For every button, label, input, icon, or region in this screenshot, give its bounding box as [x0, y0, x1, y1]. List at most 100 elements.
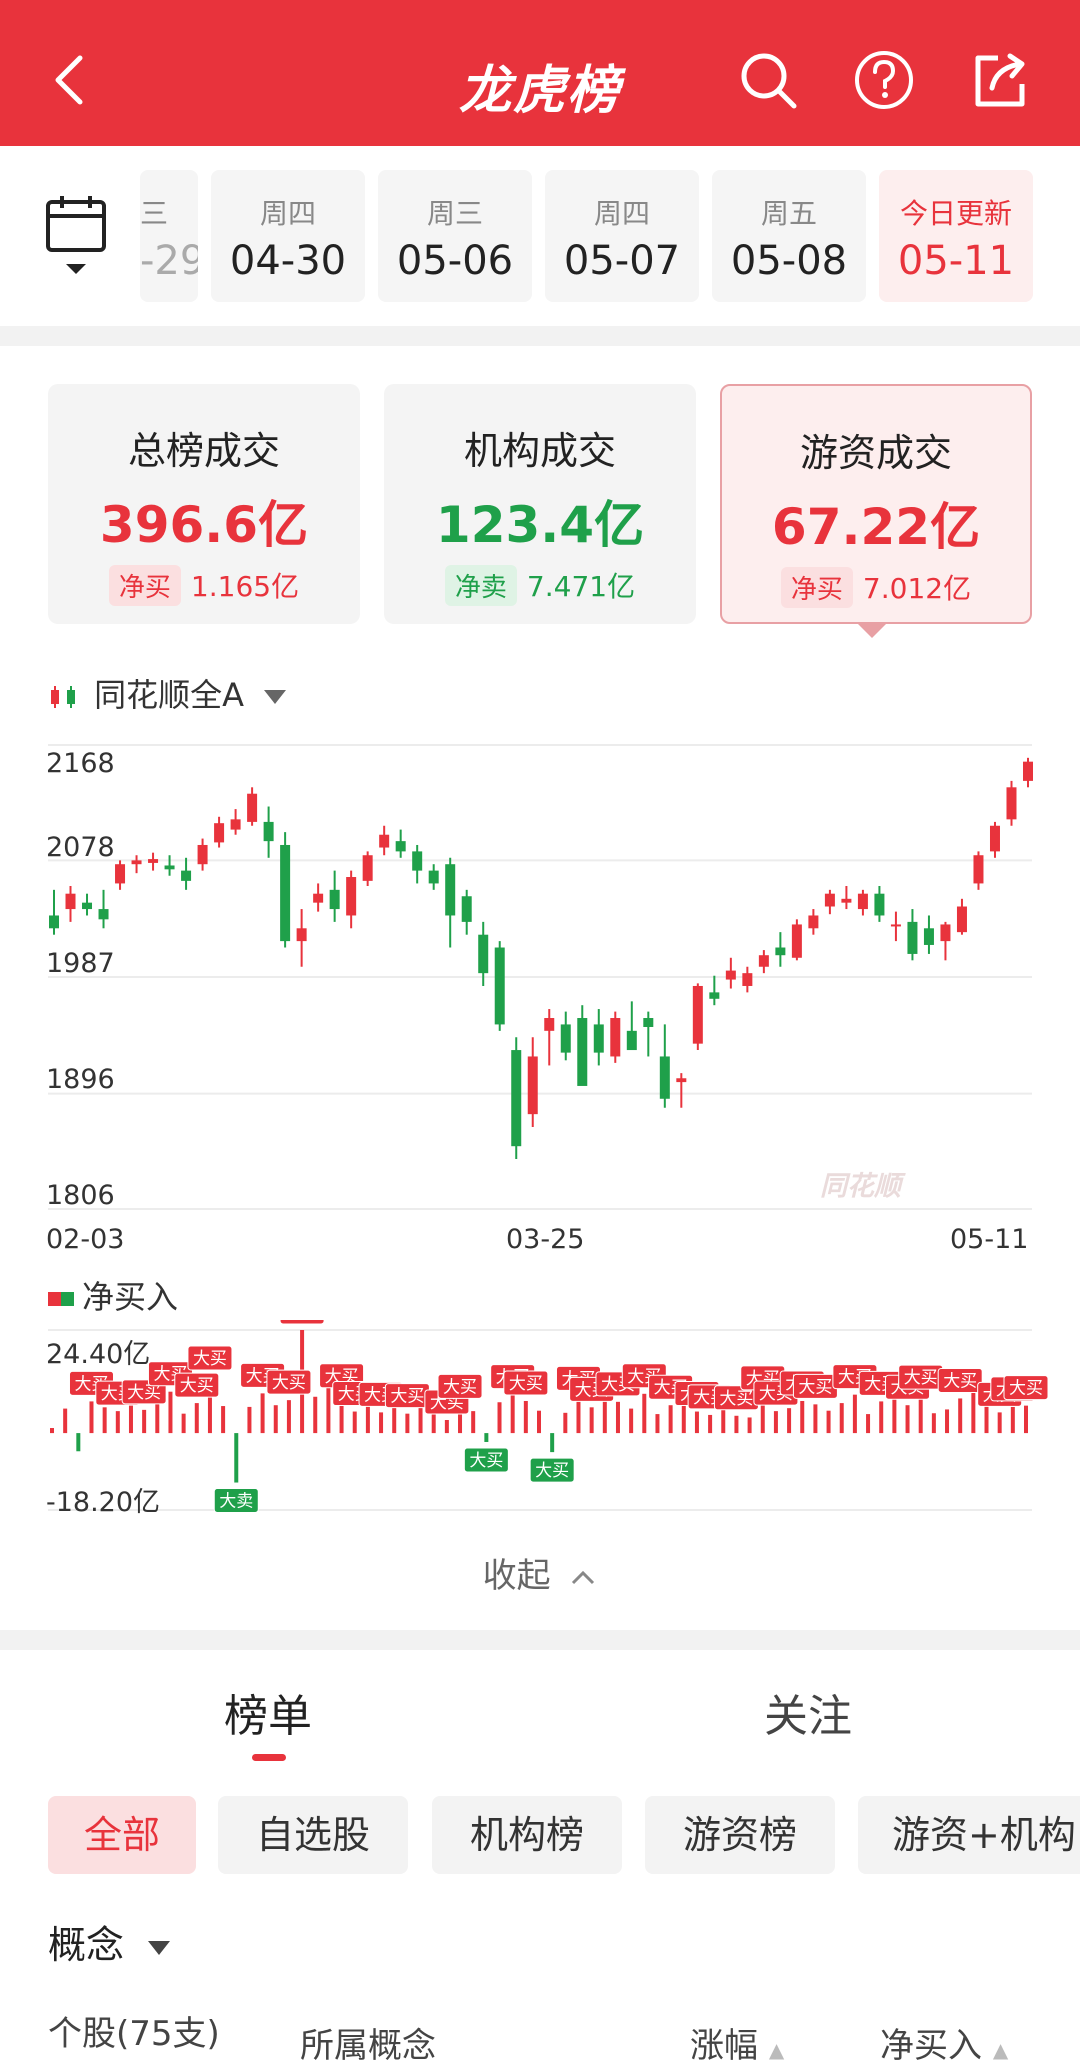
date-tab[interactable]: 周四 05-07 — [545, 170, 699, 302]
candle-body — [659, 1056, 670, 1099]
y-tick-label: -18.20亿 — [46, 1487, 161, 1518]
flow-bar — [563, 1412, 568, 1434]
candle-body — [346, 877, 357, 916]
flow-bar — [615, 1401, 620, 1434]
flow-bar — [260, 1393, 265, 1434]
dropdown-triangle-icon — [264, 690, 287, 704]
flow-tag-label: 大买 — [798, 1377, 832, 1397]
filter-institution[interactable]: 机构榜 — [432, 1796, 622, 1874]
flow-bar — [813, 1404, 818, 1434]
flow-bar — [405, 1413, 410, 1434]
column-header-net-buy[interactable]: 净买入 ▲ — [880, 2018, 1008, 2067]
card-hot-money[interactable]: 游资成交 67.22亿 净买 7.012亿 — [720, 384, 1032, 624]
flow-bar — [194, 1403, 199, 1434]
flow-bar — [839, 1403, 844, 1434]
flow-bar — [734, 1415, 739, 1434]
candle-body — [115, 864, 126, 884]
column-header-concept[interactable]: 所属概念 — [300, 2018, 436, 2067]
flow-bar — [115, 1411, 120, 1434]
flow-tag-label: 大买 — [509, 1374, 543, 1394]
flow-bar — [708, 1414, 713, 1434]
candle-body — [973, 855, 984, 884]
candle-body — [461, 896, 472, 922]
flow-bar — [102, 1407, 107, 1434]
flow-bar — [642, 1393, 647, 1434]
candle-body — [676, 1078, 687, 1083]
index-selector[interactable]: 同花顺全A — [48, 670, 287, 716]
candle-body — [1023, 761, 1033, 781]
filter-hot-money[interactable]: 游资榜 — [645, 1796, 835, 1874]
candle-body — [544, 1018, 555, 1031]
flow-bar — [76, 1433, 81, 1452]
flow-bar — [773, 1411, 778, 1434]
tab-list[interactable]: 榜单 — [224, 1680, 312, 1744]
flow-bar — [313, 1396, 318, 1434]
flow-bar — [826, 1410, 831, 1434]
flow-bar — [655, 1414, 660, 1434]
candle-body — [131, 860, 142, 865]
calendar-icon[interactable] — [44, 194, 108, 278]
candle-body — [643, 1018, 654, 1027]
share-icon[interactable] — [968, 48, 1032, 112]
flow-bar — [945, 1409, 950, 1434]
date-tab-today[interactable]: 今日更新 05-11 — [879, 170, 1033, 302]
column-header-stock[interactable]: 个股(75支) — [48, 2006, 220, 2055]
candle-body — [379, 834, 390, 848]
flow-tag-label: 大卖 — [219, 1492, 253, 1512]
candle-body — [329, 889, 340, 910]
flow-bar — [247, 1406, 252, 1434]
candle-body — [164, 865, 175, 870]
filter-hot-money-institution[interactable]: 游资+机构 — [858, 1796, 1080, 1874]
flow-bar — [89, 1401, 94, 1434]
tab-follow[interactable]: 关注 — [764, 1680, 852, 1744]
column-header-change[interactable]: 涨幅 ▲ — [690, 2018, 784, 2067]
candle-body — [874, 893, 885, 916]
candle-body — [82, 902, 93, 910]
filter-watchlist[interactable]: 自选股 — [218, 1796, 408, 1874]
flow-bar — [142, 1409, 147, 1434]
flow-bar — [958, 1398, 963, 1434]
card-total[interactable]: 总榜成交 396.6亿 净买 1.165亿 — [48, 384, 360, 624]
flow-bar — [168, 1391, 173, 1434]
page-title: 龙虎榜 — [458, 61, 621, 121]
search-icon[interactable] — [736, 48, 800, 112]
candle-body — [956, 906, 967, 933]
watermark: 同花顺 — [820, 1171, 901, 1202]
candle-body — [478, 934, 489, 974]
candle-body — [395, 841, 406, 852]
flow-tag-label: 大买 — [193, 1349, 227, 1369]
candle-body — [527, 1056, 538, 1115]
flow-bar — [694, 1411, 699, 1434]
flow-bar — [629, 1408, 634, 1434]
date-tab[interactable]: 周三 05-06 — [378, 170, 532, 302]
flow-bar — [352, 1411, 357, 1434]
date-tab[interactable]: 周五 05-08 — [712, 170, 866, 302]
candle-body — [577, 1018, 588, 1086]
flow-bar — [431, 1414, 436, 1434]
candle-body — [923, 928, 934, 945]
flow-tag-label: 大买 — [469, 1451, 503, 1471]
collapse-button[interactable]: 收起 — [0, 1548, 1080, 1597]
date-tab[interactable]: 周四 04-30 — [211, 170, 365, 302]
flow-bar — [128, 1404, 133, 1434]
legend-swatch-icon — [48, 1292, 74, 1306]
candle-body — [181, 870, 192, 881]
flow-bar — [234, 1433, 239, 1483]
card-pointer — [856, 622, 888, 638]
filter-all[interactable]: 全部 — [48, 1796, 196, 1874]
flow-tag-label: 大买 — [719, 1389, 753, 1409]
concept-filter[interactable]: 概念 — [48, 1914, 171, 1969]
help-icon[interactable] — [852, 48, 916, 112]
flow-bar — [1024, 1405, 1028, 1434]
flow-bar — [576, 1396, 581, 1434]
chevron-up-icon — [572, 1570, 595, 1584]
candle-body — [791, 924, 802, 958]
candle-body — [841, 898, 852, 903]
flow-bar — [997, 1412, 1002, 1434]
candle-body — [560, 1024, 571, 1053]
date-tab[interactable]: 三 -29 — [140, 170, 198, 302]
date-selector-bar: 三 -29 周四 04-30 周三 05-06 周四 05-07 周五 05-08 今日更… — [0, 146, 1080, 326]
flow-bar — [1010, 1406, 1015, 1434]
card-institution[interactable]: 机构成交 123.4亿 净卖 7.471亿 — [384, 384, 696, 624]
candle-icon — [51, 686, 75, 708]
